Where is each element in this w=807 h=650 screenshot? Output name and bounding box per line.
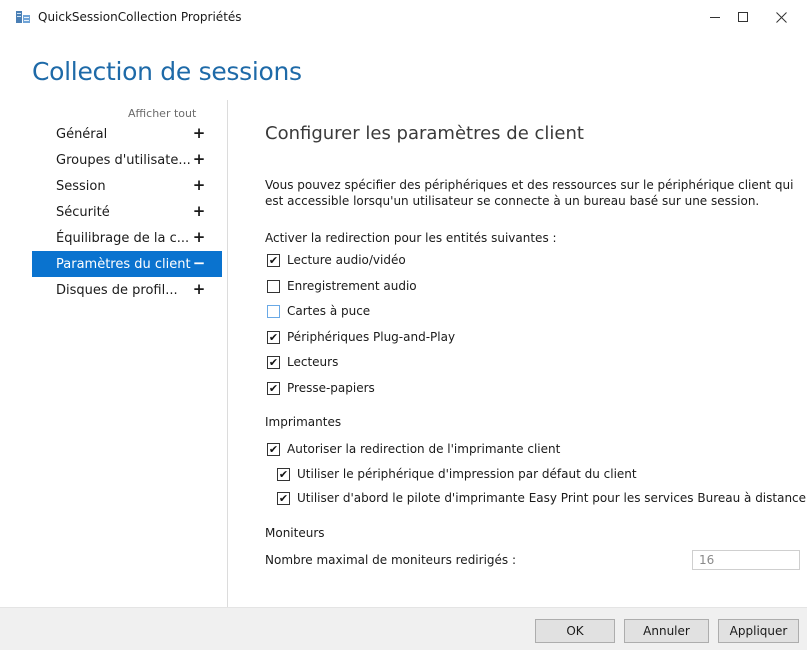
checkbox-label: Presse-papiers	[287, 381, 375, 395]
collapse-icon: −	[192, 254, 206, 272]
sidebar-item-user-groups[interactable]: Groupes d'utilisate... +	[32, 147, 222, 173]
sidebar-item-security[interactable]: Sécurité +	[32, 199, 222, 225]
checkbox-checked-icon: ✔	[267, 355, 280, 369]
sidebar: Général + Groupes d'utilisate... + Sessi…	[32, 121, 222, 303]
title-bar: QuickSessionCollection Propriétés	[0, 0, 807, 34]
checkbox-label: Périphériques Plug-and-Play	[287, 330, 456, 344]
sidebar-item-profile-disks[interactable]: Disques de profil... +	[32, 277, 222, 303]
ok-button[interactable]: OK	[535, 619, 615, 643]
sidebar-item-label: Groupes d'utilisate...	[56, 152, 191, 168]
checkbox-checked-icon: ✔	[267, 381, 280, 395]
sidebar-item-label: Équilibrage de la c...	[56, 230, 190, 246]
show-all-link[interactable]: Afficher tout	[128, 107, 196, 120]
checkbox-checked-icon: ✔	[277, 491, 290, 505]
checkbox-unchecked-icon	[267, 304, 280, 318]
checkbox-use-default-client-printer[interactable]: ✔ Utiliser le périphérique d'impression …	[277, 465, 637, 483]
server-manager-icon	[16, 11, 30, 23]
checkbox-clipboard[interactable]: ✔ Presse-papiers	[267, 379, 375, 397]
checkbox-allow-client-printer-redirection[interactable]: ✔ Autoriser la redirection de l'impriman…	[267, 440, 560, 458]
sidebar-item-label: Général	[56, 126, 108, 142]
sidebar-item-load-balancing[interactable]: Équilibrage de la c... +	[32, 225, 222, 251]
checkbox-label: Utiliser le périphérique d'impression pa…	[297, 467, 637, 481]
checkbox-drives[interactable]: ✔ Lecteurs	[267, 353, 338, 371]
checkbox-label: Utiliser d'abord le pilote d'imprimante …	[297, 491, 807, 505]
checkbox-checked-icon: ✔	[267, 442, 280, 456]
checkbox-checked-icon: ✔	[267, 330, 280, 344]
apply-button[interactable]: Appliquer	[718, 619, 799, 643]
close-button[interactable]	[758, 0, 804, 34]
checkbox-plug-and-play[interactable]: ✔ Périphériques Plug-and-Play	[267, 328, 455, 346]
checkbox-checked-icon: ✔	[277, 467, 290, 481]
checkbox-label: Enregistrement audio	[287, 279, 417, 293]
maximize-icon	[738, 12, 748, 22]
checkbox-unchecked-icon	[267, 279, 280, 293]
sidebar-item-client-settings[interactable]: Paramètres du client −	[32, 251, 222, 277]
max-monitors-input[interactable]: 16	[692, 550, 800, 570]
section-description: Vous pouvez spécifier des périphériques …	[265, 178, 794, 208]
checkbox-smart-cards[interactable]: Cartes à puce	[267, 302, 370, 320]
page-title: Collection de sessions	[32, 57, 302, 86]
cancel-button[interactable]: Annuler	[624, 619, 709, 643]
sidebar-divider	[227, 100, 228, 612]
sidebar-item-label: Disques de profil...	[56, 282, 178, 298]
checkbox-audio-recording[interactable]: Enregistrement audio	[267, 277, 417, 295]
sidebar-item-session[interactable]: Session +	[32, 173, 222, 199]
close-icon	[775, 11, 787, 23]
sidebar-item-label: Paramètres du client	[56, 256, 191, 272]
monitors-label: Moniteurs	[265, 526, 325, 540]
expand-icon: +	[192, 176, 206, 194]
checkbox-easy-print-driver[interactable]: ✔ Utiliser d'abord le pilote d'imprimant…	[277, 489, 806, 507]
window-title: QuickSessionCollection Propriétés	[38, 10, 242, 24]
checkbox-label: Lecteurs	[287, 355, 339, 369]
sidebar-item-label: Sécurité	[56, 204, 110, 220]
checkbox-checked-icon: ✔	[267, 253, 280, 267]
sidebar-item-label: Session	[56, 178, 106, 194]
expand-icon: +	[192, 150, 206, 168]
checkbox-audio-video-playback[interactable]: ✔ Lecture audio/vidéo	[267, 251, 406, 269]
expand-icon: +	[192, 228, 206, 246]
sidebar-item-general[interactable]: Général +	[32, 121, 222, 147]
checkbox-label: Cartes à puce	[287, 304, 371, 318]
section-title: Configurer les paramètres de client	[265, 123, 584, 144]
minimize-icon	[710, 16, 720, 18]
checkbox-label: Lecture audio/vidéo	[287, 253, 406, 267]
expand-icon: +	[192, 280, 206, 298]
expand-icon: +	[192, 202, 206, 220]
printers-label: Imprimantes	[265, 415, 342, 429]
checkbox-label: Autoriser la redirection de l'imprimante…	[287, 442, 561, 456]
max-monitors-label: Nombre maximal de moniteurs redirigés :	[265, 553, 517, 567]
redirection-label: Activer la redirection pour les entités …	[265, 231, 557, 245]
expand-icon: +	[192, 124, 206, 142]
